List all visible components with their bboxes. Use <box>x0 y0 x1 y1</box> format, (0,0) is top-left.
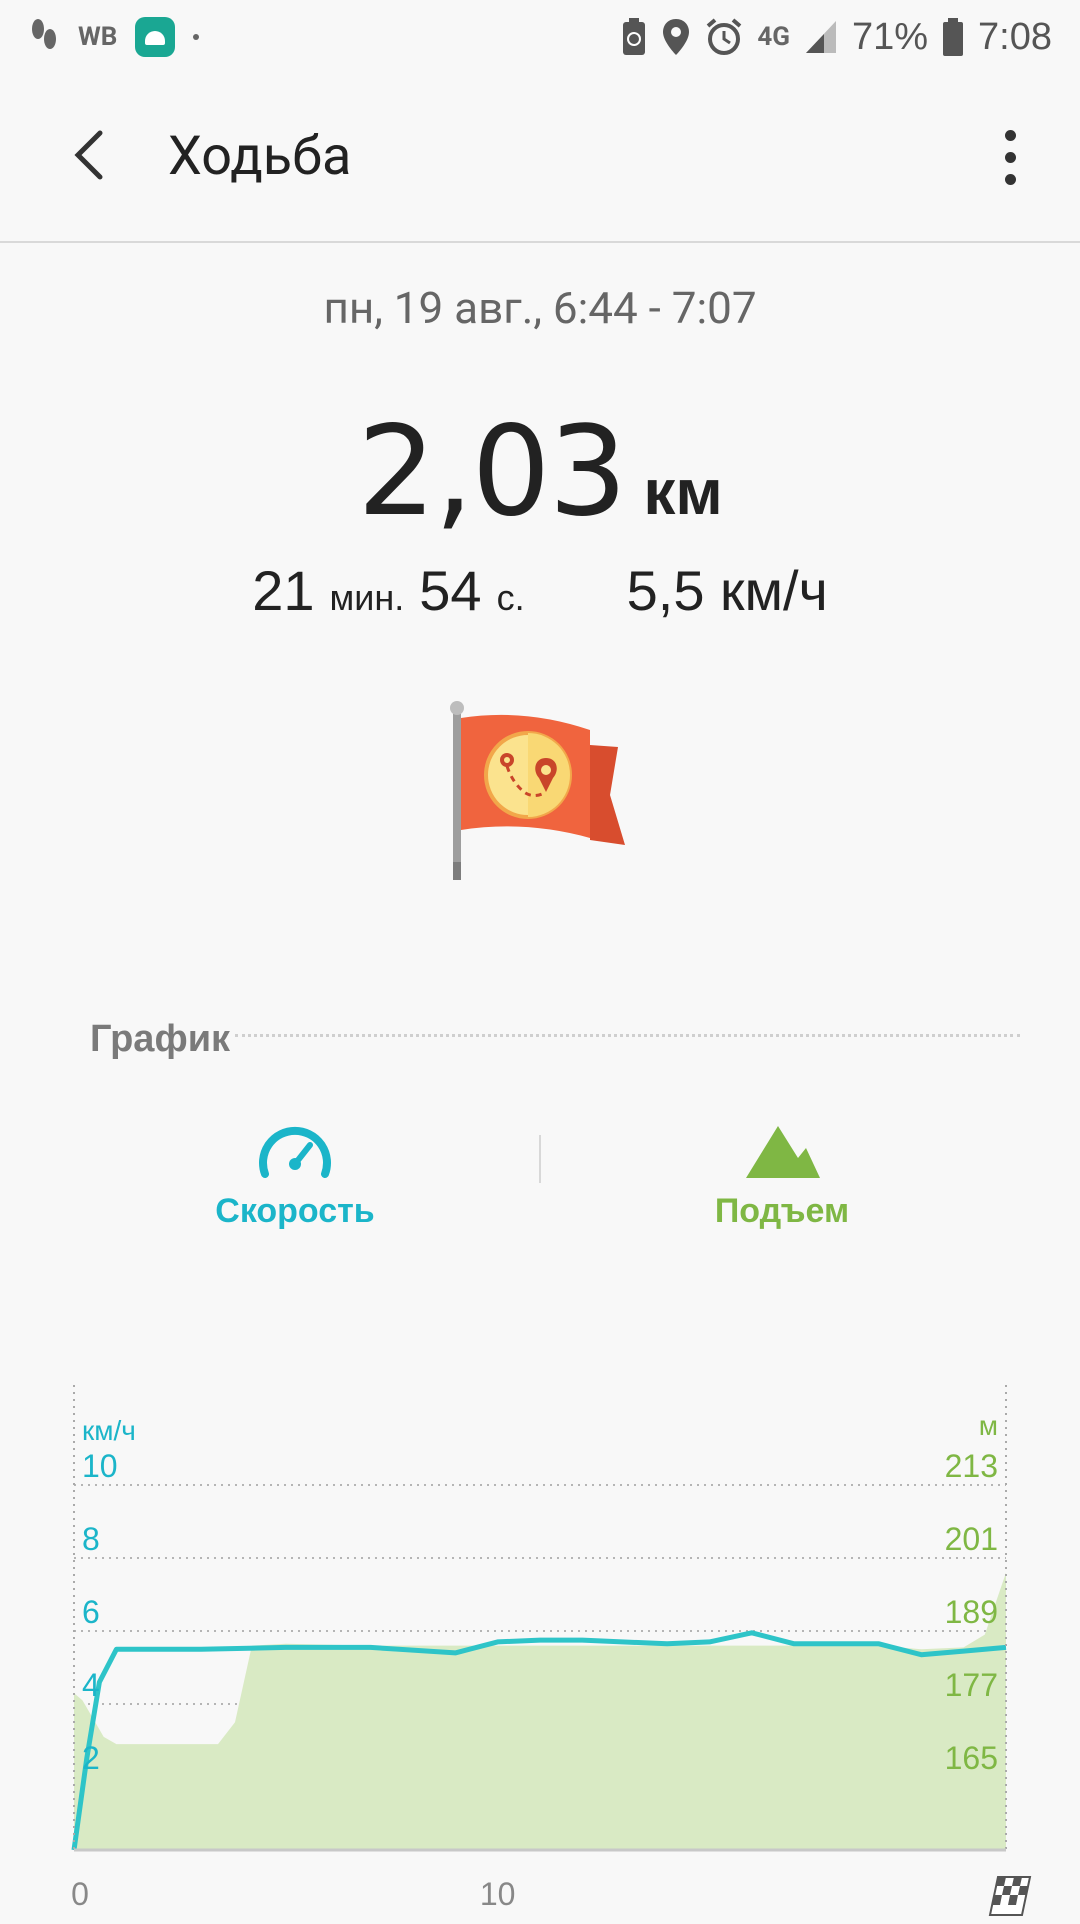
seconds-unit: с. <box>496 577 525 618</box>
left-axis-unit: км/ч <box>82 1415 136 1446</box>
distance-display: 2,03 км <box>0 400 1080 544</box>
speed-altitude-chart: км/ч м 10 213 8 201 6 189 4 177 2 165 0 10 <box>0 1300 1080 1920</box>
minutes-unit: мин. <box>329 577 405 618</box>
tab-altitude[interactable]: Подъем <box>632 1120 932 1231</box>
left-tick-label: 8 <box>82 1521 100 1557</box>
tab-speed[interactable]: Скорость <box>145 1120 445 1231</box>
battery-icon <box>943 18 964 56</box>
section-divider <box>235 1034 1020 1037</box>
page-title: Ходьба <box>168 125 352 188</box>
battery-saver-icon <box>623 18 646 55</box>
chart-section-header: График <box>90 1018 1020 1068</box>
average-speed: 5,5 км/ч <box>626 559 828 622</box>
network-type-label: 4G <box>757 22 790 52</box>
right-tick-label: 189 <box>945 1594 998 1630</box>
status-bar: WB 4G 71% 7:08 <box>0 0 1080 75</box>
more-options-button[interactable] <box>990 130 1030 190</box>
chart-section-title: График <box>90 1018 231 1060</box>
tab-separator <box>539 1135 541 1183</box>
altitude-area <box>74 1572 1006 1850</box>
workout-date: пн, 19 авг., 6:44 - 7:07 <box>323 282 757 334</box>
x-tick-label: 10 <box>480 1876 516 1912</box>
notification-dot-icon <box>193 34 200 40</box>
clock: 7:08 <box>978 15 1052 58</box>
back-arrow-icon <box>74 130 103 180</box>
mountain-icon <box>746 1126 820 1178</box>
right-tick-label: 201 <box>945 1521 998 1557</box>
right-tick-label: 177 <box>945 1667 998 1703</box>
left-tick-label: 6 <box>82 1594 100 1630</box>
app-bar: Ходьба <box>0 75 1080 243</box>
distance-unit: км <box>643 456 723 528</box>
duration-seconds: 54 <box>419 559 482 622</box>
signal-icon <box>805 21 836 53</box>
left-tick-label: 4 <box>82 1667 100 1703</box>
x-tick-label: 0 <box>71 1876 89 1912</box>
carrier-label: WB <box>78 22 118 52</box>
speedometer-icon <box>259 1126 331 1178</box>
footsteps-icon <box>32 19 56 49</box>
android-app-icon <box>135 17 176 57</box>
left-tick-label: 10 <box>82 1448 118 1484</box>
tab-altitude-label: Подъем <box>714 1192 850 1230</box>
duration-minutes: 21 <box>252 559 315 622</box>
battery-percent: 71% <box>851 15 929 58</box>
distance-value: 2,03 <box>357 400 627 544</box>
back-button[interactable] <box>62 125 122 185</box>
finish-flag-icon <box>988 1876 1032 1916</box>
alarm-icon <box>707 18 742 55</box>
stats-row: 21 мин. 54 с. 5,5 км/ч <box>0 558 1080 623</box>
left-tick-label: 2 <box>82 1740 100 1776</box>
chart-tabs: Скорость Подъем <box>0 1120 1080 1250</box>
right-tick-label: 165 <box>945 1740 998 1776</box>
location-icon <box>663 19 690 55</box>
route-flag-icon <box>450 701 625 880</box>
right-axis-unit: м <box>979 1410 998 1441</box>
chart-canvas: км/ч м 10 213 8 201 6 189 4 177 2 165 0 10 <box>71 1385 1032 1916</box>
tab-speed-label: Скорость <box>215 1192 375 1230</box>
right-tick-label: 213 <box>945 1448 998 1484</box>
